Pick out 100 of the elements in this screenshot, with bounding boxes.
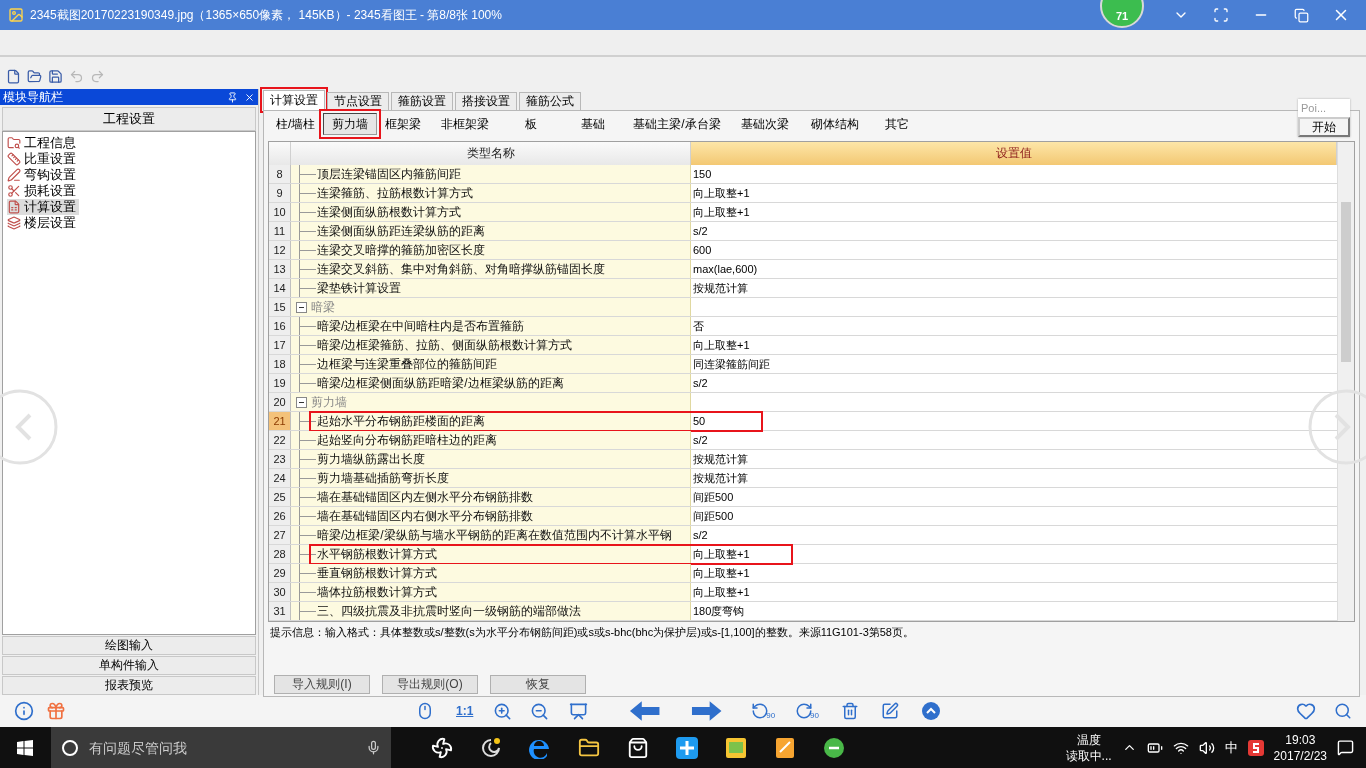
gift-icon[interactable] (46, 701, 66, 721)
slideshow-icon[interactable] (569, 701, 589, 721)
table-cell[interactable]: 向上取整+1 (691, 564, 1337, 582)
corner-cell (269, 142, 291, 165)
row-number: 21 (269, 412, 291, 430)
new-file-icon[interactable] (6, 68, 21, 84)
setting-name: 暗梁/边框梁箍筋、拉筋、侧面纵筋根数计算方式 (317, 336, 573, 354)
nav-item[interactable]: 工程信息 (7, 135, 79, 151)
table-cell[interactable]: max(lae,600) (691, 260, 1337, 278)
sub-tab[interactable]: 框架梁 (377, 114, 430, 134)
search-field[interactable]: 有问题尽管问我 (87, 738, 358, 757)
table-cell[interactable]: 向上取整+1 (691, 336, 1337, 354)
microphone-icon[interactable] (366, 740, 381, 755)
sub-tab[interactable]: 非框架梁 (429, 114, 502, 134)
previous-arrow-icon[interactable] (628, 699, 662, 723)
table-cell[interactable]: 按规范计算 (691, 279, 1337, 297)
nav-item[interactable]: 比重设置 (7, 151, 79, 167)
sub-tab[interactable]: 柱/墙柱 (268, 114, 324, 134)
row-number: 31 (269, 602, 291, 620)
rule-button[interactable]: 导入规则(I) (274, 675, 370, 694)
row-number: 20 (269, 393, 291, 411)
table-cell[interactable]: s/2 (691, 374, 1337, 392)
input-method[interactable]: 中 (1224, 738, 1238, 757)
setting-name: 三、四级抗震及非抗震时竖向一级钢筋的端部做法 (317, 602, 581, 620)
close-icon[interactable] (244, 91, 255, 103)
row-number: 11 (269, 222, 291, 240)
table-cell[interactable]: 向上取整+1 (691, 545, 1337, 563)
edit-icon[interactable] (881, 702, 899, 720)
row-number: 24 (269, 469, 291, 487)
sub-tab[interactable]: 砌体结构 (800, 114, 869, 134)
sub-tab[interactable]: 其它 (868, 114, 925, 134)
tab[interactable]: 箍筋公式 (519, 92, 581, 110)
zoom-in-icon[interactable] (493, 701, 513, 721)
setting-name: 连梁交叉斜筋、集中对角斜筋、对角暗撑纵筋锚固长度 (317, 260, 605, 278)
sub-tab[interactable]: 基础次梁 (728, 114, 801, 134)
volume-icon[interactable] (1198, 739, 1215, 756)
search-box[interactable]: 有问题尽管问我 (51, 727, 391, 768)
tab[interactable]: 节点设置 (327, 92, 389, 110)
tab[interactable]: 计算设置 (263, 90, 325, 110)
clock[interactable]: 19:03 2017/2/23 (1273, 731, 1327, 764)
hint-text: 提示信息：输入格式：具体整数或s/整数(s为水平分布钢筋间距)或s或s-bhc(bhc为保护层)或s-[1,100]的整数。来源11G101-3第58页。 (269, 625, 915, 640)
collapse-icon[interactable] (296, 301, 307, 313)
info-icon[interactable] (14, 701, 34, 721)
scrollbar[interactable] (1337, 142, 1354, 621)
next-arrow-icon[interactable] (689, 699, 724, 723)
table-cell[interactable]: 向上取整+1 (691, 583, 1337, 601)
nav-item[interactable]: 计算设置 (7, 199, 79, 215)
score-badge: 71 (1100, 0, 1144, 28)
table-cell[interactable]: 否 (691, 317, 1337, 335)
search-icon[interactable] (1334, 702, 1352, 720)
folder-icon[interactable] (27, 68, 42, 84)
rule-button[interactable]: 导出规则(O) (382, 675, 478, 694)
module-button[interactable]: 单构件输入 (2, 656, 256, 675)
module-button[interactable]: 报表预览 (2, 676, 256, 695)
setting-name: 梁垫铁计算设置 (317, 279, 401, 297)
window-title: 2345截图20170223190349.jpg（1365×650像素， 145KB）- 2345看图王 - 第8/8张 100% (30, 6, 502, 24)
row-number: 27 (269, 526, 291, 544)
table-cell[interactable]: 向上取整+1 (691, 184, 1337, 202)
sub-tab[interactable]: 基础主梁/承台梁 (625, 114, 729, 134)
module-button[interactable]: 绘图输入 (2, 636, 256, 655)
layers-icon (7, 216, 21, 230)
nav-item[interactable]: 损耗设置 (7, 183, 79, 199)
table-cell[interactable]: 间距500 (691, 507, 1337, 525)
table-cell[interactable]: 600 (691, 241, 1337, 259)
table-cell[interactable]: s/2 (691, 431, 1337, 449)
table-cell[interactable]: 按规范计算 (691, 469, 1337, 487)
notification-icon[interactable] (1337, 739, 1354, 756)
mouse-icon[interactable] (416, 702, 434, 720)
table-cell[interactable]: 按规范计算 (691, 450, 1337, 468)
table-cell[interactable]: 150 (691, 165, 1337, 183)
setting-name: 暗梁/边框梁在中间暗柱内是否布置箍筋 (317, 317, 525, 335)
table-cell[interactable]: s/2 (691, 222, 1337, 240)
save-icon[interactable] (48, 68, 63, 84)
pin-icon[interactable] (227, 91, 238, 103)
section-button[interactable]: 工程设置 (2, 107, 256, 131)
table-cell[interactable]: 180度弯钩 (691, 602, 1337, 620)
table-cell[interactable]: s/2 (691, 526, 1337, 544)
table-cell[interactable]: 向上取整+1 (691, 203, 1337, 221)
sogou-icon[interactable] (1247, 739, 1264, 756)
nav-item[interactable]: 弯钩设置 (7, 167, 79, 183)
weather-widget[interactable]: 温度 读取中... (1065, 731, 1112, 764)
table-cell[interactable]: 间距500 (691, 488, 1337, 506)
sub-tab[interactable]: 板 (501, 114, 562, 134)
heart-icon[interactable] (1296, 701, 1316, 721)
collapse-icon[interactable] (296, 396, 307, 408)
table-cell[interactable]: 同连梁箍筋间距 (691, 355, 1337, 373)
tab[interactable]: 搭接设置 (455, 92, 517, 110)
tab[interactable]: 箍筋设置 (391, 92, 453, 110)
sub-tab[interactable]: 基础 (561, 114, 626, 134)
nav-item[interactable]: 楼层设置 (7, 215, 79, 231)
zoom-out-icon[interactable] (530, 701, 550, 721)
row-number: 17 (269, 336, 291, 354)
trash-icon[interactable] (841, 702, 859, 720)
rule-button[interactable]: 恢复 (490, 675, 586, 694)
start-button[interactable]: 开始 (1298, 117, 1350, 137)
actual-size-button[interactable]: 1:1 (456, 704, 474, 718)
clock-date: 2017/2/23 (1273, 747, 1327, 764)
setting-name: 起始水平分布钢筋距楼面的距离 (317, 412, 485, 430)
setting-name: 剪力墙基础插筋弯折长度 (317, 469, 449, 487)
table-cell[interactable]: 50 (691, 412, 1337, 430)
